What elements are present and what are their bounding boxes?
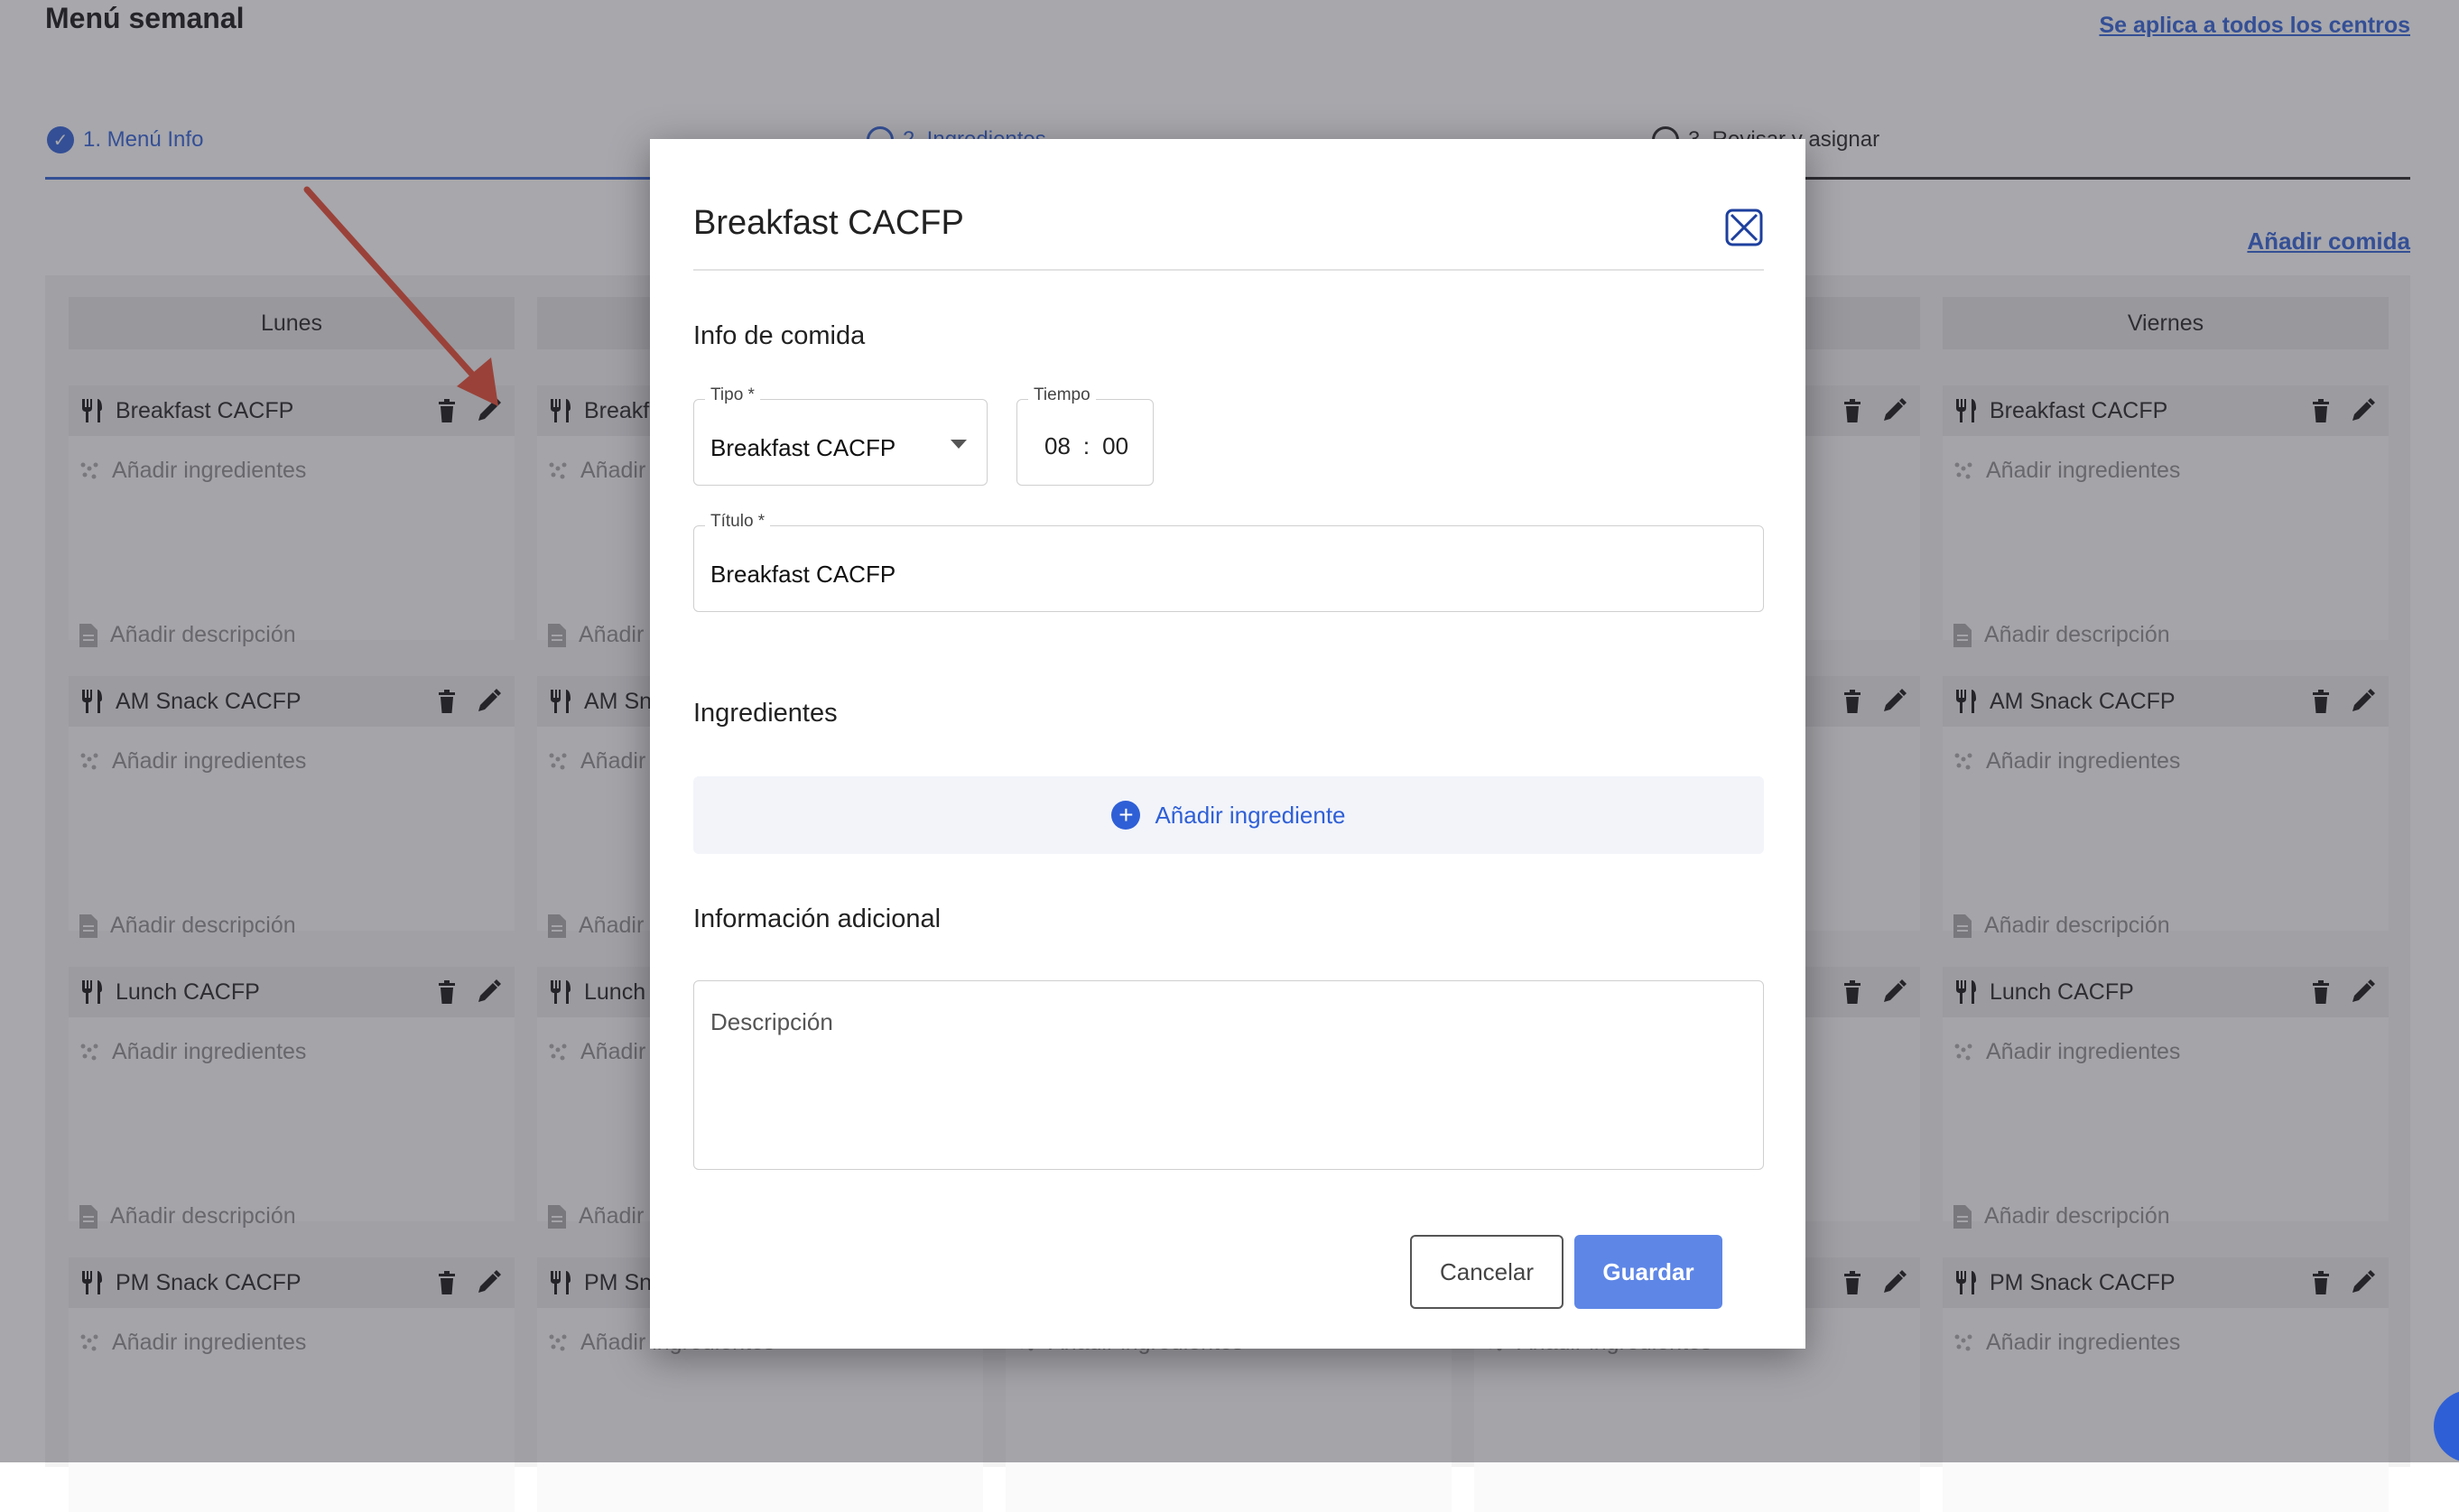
- time-label: Tiempo: [1028, 385, 1096, 405]
- meal-type-label: Tipo *: [705, 385, 760, 405]
- close-icon[interactable]: [1724, 208, 1764, 247]
- time-separator: :: [1082, 432, 1090, 459]
- ingredients-heading: Ingredientes: [693, 699, 838, 728]
- title-value: Breakfast CACFP: [710, 561, 896, 588]
- time-value: 08 : 00: [1044, 432, 1128, 460]
- time-picker[interactable]: Tiempo 08 : 00: [1016, 385, 1154, 486]
- title-field[interactable]: Título * Breakfast CACFP: [693, 512, 1764, 612]
- meal-type-select[interactable]: Tipo * Breakfast CACFP: [693, 385, 988, 486]
- cancel-button[interactable]: Cancelar: [1410, 1235, 1564, 1309]
- add-ingredient-button[interactable]: + Añadir ingrediente: [693, 776, 1764, 854]
- plus-circle-icon: +: [1111, 801, 1141, 830]
- add-ingredient-label: Añadir ingrediente: [1155, 801, 1346, 829]
- dialog-divider: [693, 269, 1764, 271]
- description-placeholder: Descripción: [710, 1008, 833, 1035]
- additional-info-heading: Información adicional: [693, 904, 942, 933]
- meal-type-value: Breakfast CACFP: [710, 434, 896, 461]
- time-minute[interactable]: 00: [1102, 432, 1128, 460]
- title-label: Título *: [705, 512, 771, 532]
- dialog-title: Breakfast CACFP: [693, 204, 964, 242]
- meal-info-heading: Info de comida: [693, 321, 866, 350]
- description-textarea[interactable]: Descripción: [693, 980, 1764, 1170]
- save-button[interactable]: Guardar: [1574, 1235, 1722, 1309]
- edit-meal-dialog: Breakfast CACFP Info de comida Tipo * Br…: [650, 139, 1805, 1349]
- time-hour[interactable]: 08: [1044, 432, 1071, 460]
- chevron-down-icon: [951, 440, 967, 449]
